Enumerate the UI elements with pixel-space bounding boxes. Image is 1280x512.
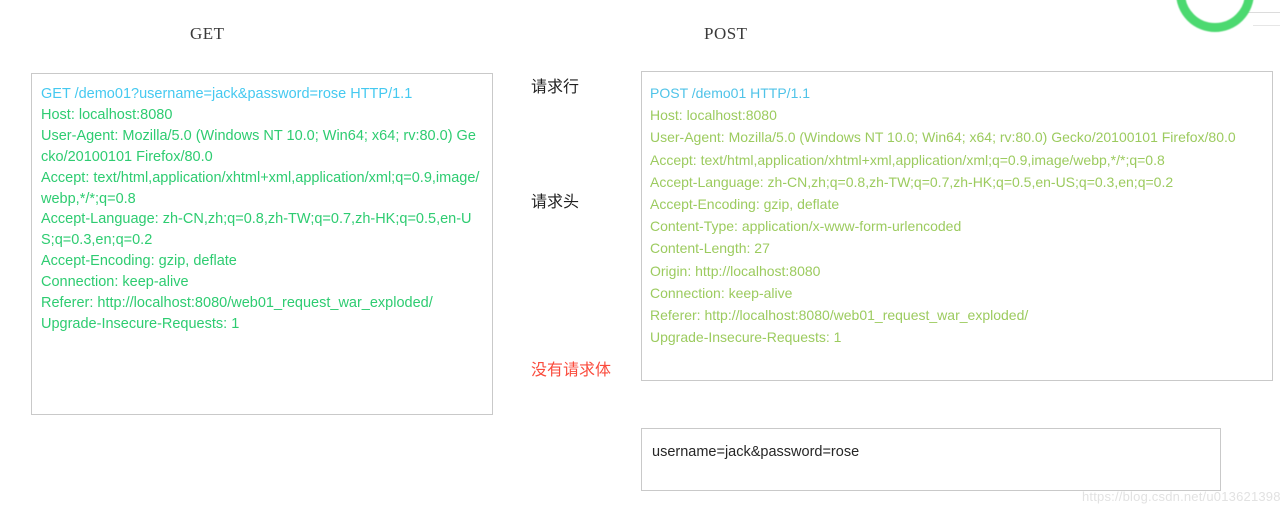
post-request-header: Content-Length: 27 bbox=[650, 240, 770, 257]
get-request-panel: GET /demo01?username=jack&password=rose … bbox=[31, 73, 493, 415]
post-request-header: Accept-Encoding: gzip, deflate bbox=[650, 196, 840, 213]
green-circle-ornament bbox=[1176, 0, 1254, 32]
green-circle-ring bbox=[1176, 0, 1254, 32]
label-no-request-body: 没有请求体 bbox=[531, 362, 612, 379]
post-request-body-text: username=jack&password=rose bbox=[652, 444, 860, 460]
get-request-header: Connection: keep-alive bbox=[41, 274, 189, 291]
post-request-line: POST /demo01 HTTP/1.1 bbox=[650, 85, 811, 101]
watermark: https://blog.csdn.net/u013621398 bbox=[1082, 489, 1280, 504]
post-request-header: Accept: text/html,application/xhtml+xml,… bbox=[650, 151, 1165, 168]
post-request-panel: POST /demo01 HTTP/1.1 Host: localhost:80… bbox=[641, 71, 1273, 381]
post-request-header: Referer: http://localhost:8080/web01_req… bbox=[650, 307, 1029, 324]
post-request-header: User-Agent: Mozilla/5.0 (Windows NT 10.0… bbox=[650, 129, 1236, 146]
get-section-title: GET bbox=[190, 24, 225, 43]
get-request-line: GET /demo01?username=jack&password=rose … bbox=[41, 86, 413, 102]
get-request-header: Accept-Language: zh-CN,zh;q=0.8,zh-TW;q=… bbox=[41, 211, 472, 249]
post-request-header: Content-Type: application/x-www-form-url… bbox=[650, 218, 962, 235]
post-request-body-panel: username=jack&password=rose bbox=[641, 428, 1221, 491]
post-request-header: Origin: http://localhost:8080 bbox=[650, 262, 821, 279]
get-request-header: Accept: text/html,application/xhtml+xml,… bbox=[41, 169, 480, 207]
get-request-header: Referer: http://localhost:8080/web01_req… bbox=[41, 295, 433, 312]
get-request-header: Accept-Encoding: gzip, deflate bbox=[41, 253, 237, 270]
label-request-header: 请求头 bbox=[531, 194, 580, 211]
label-request-line: 请求行 bbox=[531, 79, 580, 96]
top-divider-line-secondary bbox=[1253, 25, 1280, 26]
post-section-title: POST bbox=[704, 24, 748, 43]
get-request-header: Host: localhost:8080 bbox=[41, 106, 173, 123]
get-request-header: User-Agent: Mozilla/5.0 (Windows NT 10.0… bbox=[41, 127, 476, 165]
post-request-header: Upgrade-Insecure-Requests: 1 bbox=[650, 329, 842, 346]
get-request-header: Upgrade-Insecure-Requests: 1 bbox=[41, 315, 240, 332]
post-request-header: Host: localhost:8080 bbox=[650, 107, 777, 124]
post-request-header: Connection: keep-alive bbox=[650, 284, 793, 301]
post-request-header: Accept-Language: zh-CN,zh;q=0.8,zh-TW;q=… bbox=[650, 173, 1174, 190]
